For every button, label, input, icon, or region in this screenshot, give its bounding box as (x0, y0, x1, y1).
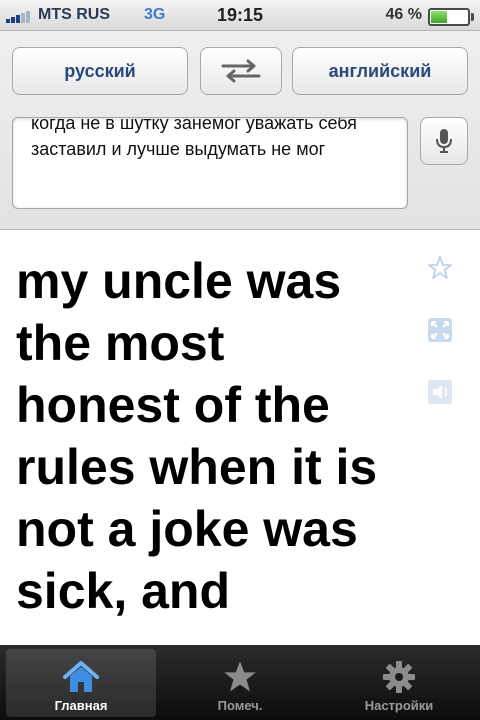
tab-settings[interactable]: Настройки (324, 649, 474, 717)
source-text: когда не в шутку занемог уважать себя за… (31, 117, 357, 159)
gear-icon (383, 661, 415, 693)
microphone-icon (436, 129, 452, 153)
swap-arrows-icon (221, 59, 261, 83)
fullscreen-button[interactable] (426, 316, 454, 344)
translated-text: my uncle was the most honest of the rule… (16, 253, 378, 619)
tab-starred[interactable]: Помеч. (165, 649, 315, 717)
tab-home[interactable]: Главная (6, 649, 156, 717)
tab-settings-label: Настройки (364, 698, 434, 713)
translation-result: my uncle was the most honest of the rule… (0, 230, 480, 650)
home-icon (63, 661, 99, 692)
tab-home-label: Главная (54, 698, 108, 713)
speak-button[interactable] (426, 378, 454, 406)
fullscreen-icon (428, 318, 452, 342)
star-icon (224, 661, 256, 692)
target-language-button[interactable]: английский (292, 47, 468, 95)
star-icon (428, 256, 452, 279)
speaker-icon (428, 380, 452, 404)
source-text-input[interactable]: когда не в шутку занемог уважать себя за… (12, 117, 408, 209)
star-button[interactable] (426, 254, 454, 282)
swap-languages-button[interactable] (200, 47, 282, 95)
tab-starred-label: Помеч. (217, 698, 263, 713)
voice-input-button[interactable] (420, 117, 468, 165)
battery-percent: 46 % (385, 6, 422, 23)
tab-bar: Главная Помеч. Настройки (0, 645, 480, 720)
status-bar: MTS RUS 3G 19:15 46 % (0, 0, 480, 31)
source-language-button[interactable]: русский (12, 47, 188, 95)
battery-icon (428, 8, 474, 26)
translate-input-panel: русский английский когда не в шутку зане… (0, 31, 480, 230)
